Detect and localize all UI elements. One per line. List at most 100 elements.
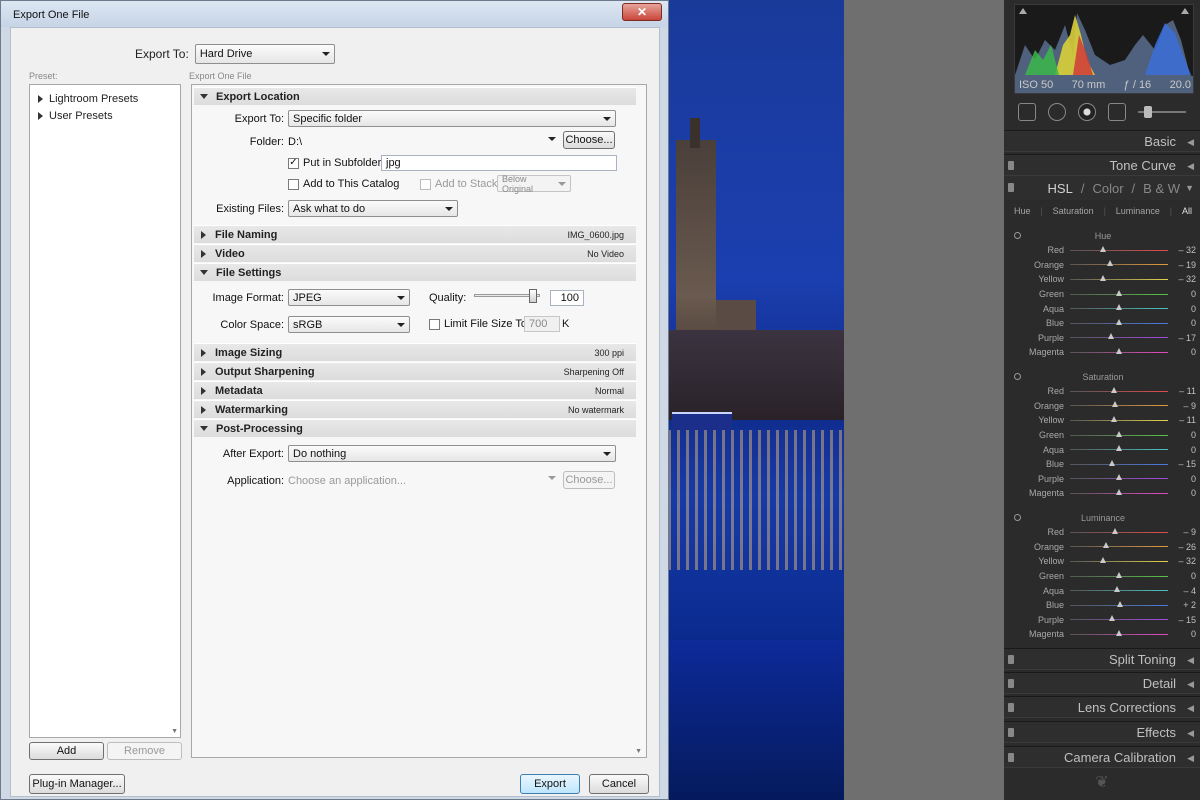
remove-preset-button[interactable]: Remove (107, 742, 182, 760)
application-history-dropdown[interactable] (548, 471, 560, 485)
hue-subtab[interactable]: Hue (1014, 206, 1031, 216)
slider-track[interactable] (1070, 445, 1168, 452)
subfolder-input[interactable]: jpg (381, 155, 617, 171)
slider-thumb[interactable] (1116, 347, 1122, 354)
expand-arrow-icon[interactable] (201, 367, 206, 376)
color-tab[interactable]: Color (1092, 181, 1123, 196)
slider-thumb[interactable] (1103, 542, 1110, 549)
slider-track[interactable] (1070, 304, 1168, 311)
section-video[interactable]: Video No Video (194, 244, 636, 262)
slider-thumb[interactable] (1116, 289, 1122, 296)
slider-track[interactable] (1070, 556, 1168, 563)
export-to-dropdown[interactable]: Hard Drive (194, 44, 335, 64)
stack-position-dropdown[interactable]: Below Original (497, 174, 571, 194)
slider-thumb[interactable] (1116, 304, 1122, 311)
section-post-processing[interactable]: Post-Processing (194, 419, 636, 437)
slider-value[interactable]: 0 (1168, 347, 1196, 357)
collapse-arrow-icon[interactable] (200, 94, 208, 99)
panel-header-effects[interactable]: Effects ◀ (1004, 721, 1200, 743)
preset-folder-lightroom[interactable]: Lightroom Presets (38, 93, 138, 105)
expand-arrow-icon[interactable]: ◀ (1187, 728, 1194, 739)
subfolder-checkbox[interactable]: ✓ Put in Subfolder: (288, 157, 384, 169)
slider-thumb[interactable] (1111, 401, 1118, 408)
collapse-arrow-icon[interactable] (200, 270, 208, 275)
hsl-tab[interactable]: HSL (1048, 181, 1073, 196)
checkbox-box[interactable]: ✓ (288, 157, 299, 169)
add-preset-button[interactable]: Add (29, 742, 104, 760)
slider-thumb[interactable] (1108, 615, 1115, 622)
slider-track[interactable] (1070, 527, 1168, 534)
expand-arrow-icon[interactable]: ◀ (1187, 703, 1194, 714)
expand-arrow-icon[interactable] (201, 348, 206, 357)
slider-value[interactable]: 0 (1168, 304, 1196, 314)
panel-header-split-toning[interactable]: Split Toning ◀ (1004, 648, 1200, 670)
expand-arrow-icon[interactable] (201, 249, 206, 258)
slider-track[interactable] (1070, 571, 1168, 578)
export-to-location-dropdown[interactable]: Specific folder (288, 110, 616, 127)
collapse-arrow-icon[interactable] (200, 426, 208, 431)
panel-header-lens-corrections[interactable]: Lens Corrections ◀ (1004, 696, 1200, 718)
slider-value[interactable]: 0 (1168, 318, 1196, 328)
slider-thumb[interactable] (1111, 527, 1118, 534)
slider-thumb[interactable] (1107, 333, 1114, 340)
panel-header-camera-calibration[interactable]: Camera Calibration ◀ (1004, 746, 1200, 768)
slider-thumb[interactable] (1114, 586, 1121, 593)
application-placeholder[interactable]: Choose an application... (288, 475, 406, 487)
slider-track[interactable] (1070, 474, 1168, 481)
slider-value[interactable]: – 4 (1168, 586, 1196, 596)
slider-thumb[interactable] (1116, 474, 1122, 481)
quality-slider[interactable] (474, 289, 540, 303)
slider-value[interactable]: 0 (1168, 430, 1196, 440)
slider-track[interactable] (1070, 386, 1168, 393)
slider-value[interactable]: – 26 (1168, 542, 1196, 552)
expand-arrow-icon[interactable] (201, 230, 206, 239)
expand-arrow-icon[interactable]: ◀ (1187, 137, 1194, 148)
slider-value[interactable]: – 9 (1168, 401, 1196, 411)
choose-application-button[interactable]: Choose... (563, 471, 615, 489)
section-watermarking[interactable]: Watermarking No watermark (194, 400, 636, 418)
slider-thumb[interactable] (1116, 600, 1123, 607)
export-button[interactable]: Export (520, 774, 580, 794)
slider-track[interactable] (1070, 274, 1168, 281)
slider-value[interactable]: 0 (1168, 289, 1196, 299)
panel-header-basic[interactable]: Basic ◀ (1004, 130, 1200, 152)
cancel-button[interactable]: Cancel (589, 774, 649, 794)
collapse-arrow-icon[interactable]: ▼ (1185, 183, 1194, 193)
panel-header-detail[interactable]: Detail ◀ (1004, 672, 1200, 694)
slider-value[interactable]: – 32 (1168, 274, 1196, 284)
choose-folder-button[interactable]: Choose... (563, 131, 615, 149)
slider-thumb[interactable] (1108, 459, 1115, 466)
expand-arrow-icon[interactable]: ◀ (1187, 161, 1194, 172)
bw-tab[interactable]: B & W (1143, 181, 1180, 196)
slider-thumb[interactable] (529, 289, 538, 303)
add-to-stack-checkbox[interactable]: Add to Stack: (420, 178, 500, 190)
slider-value[interactable]: – 15 (1168, 615, 1196, 625)
slider-value[interactable]: + 2 (1168, 600, 1196, 610)
slider-thumb[interactable] (1116, 629, 1122, 636)
slider-value[interactable]: – 15 (1168, 459, 1196, 469)
add-to-catalog-checkbox[interactable]: Add to This Catalog (288, 178, 399, 190)
slider-value[interactable]: – 17 (1168, 333, 1196, 343)
section-output-sharpening[interactable]: Output Sharpening Sharpening Off (194, 362, 636, 380)
shadow-clipping-icon[interactable] (1019, 8, 1027, 14)
slider-value[interactable]: – 11 (1168, 415, 1196, 425)
section-image-sizing[interactable]: Image Sizing 300 ppi (194, 343, 636, 361)
panel-switch-icon[interactable] (1008, 183, 1014, 192)
expand-arrow-icon[interactable] (38, 112, 43, 120)
panel-switch-icon[interactable] (1008, 655, 1014, 664)
adjustment-brush-slider[interactable] (1138, 106, 1186, 118)
slider-value[interactable]: 0 (1168, 488, 1196, 498)
slider-value[interactable]: – 19 (1168, 260, 1196, 270)
slider-track[interactable] (1070, 245, 1168, 252)
expand-arrow-icon[interactable] (38, 95, 43, 103)
after-export-dropdown[interactable]: Do nothing (288, 445, 616, 462)
highlight-clipping-icon[interactable] (1181, 8, 1189, 14)
section-export-location[interactable]: Export Location (194, 87, 636, 105)
scroll-down-icon[interactable]: ▼ (635, 748, 642, 755)
slider-thumb[interactable] (1100, 274, 1107, 281)
slider-thumb[interactable] (1100, 556, 1107, 563)
slider-value[interactable]: 0 (1168, 445, 1196, 455)
panel-header-tone-curve[interactable]: Tone Curve ◀ (1004, 154, 1200, 176)
close-button[interactable]: ✕ (622, 3, 662, 21)
slider-value[interactable]: – 9 (1168, 527, 1196, 537)
